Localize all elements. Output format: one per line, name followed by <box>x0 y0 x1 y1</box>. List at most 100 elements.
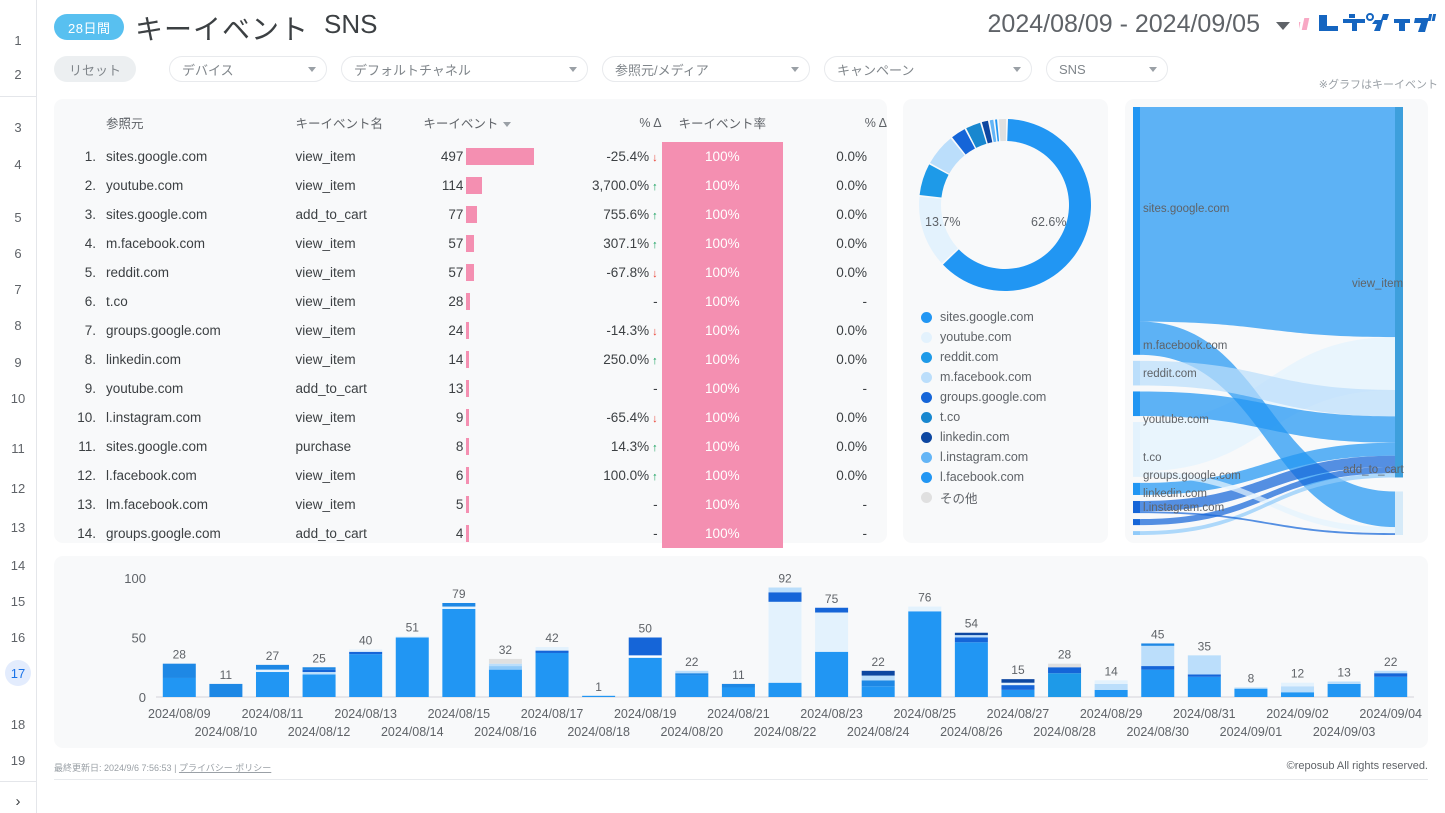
bar-segment[interactable] <box>955 633 988 635</box>
bar-segment[interactable] <box>303 674 336 697</box>
bar-segment[interactable] <box>256 672 289 697</box>
table-row[interactable]: 9.youtube.comadd_to_cart13-100%- <box>54 374 887 403</box>
sankey-diagram[interactable]: sites.google.comm.facebook.comreddit.com… <box>1125 99 1428 543</box>
page-number-12[interactable]: 12 <box>5 475 31 501</box>
table-row[interactable]: 4.m.facebook.comview_item57307.1% ↑100%0… <box>54 229 887 258</box>
bar-segment[interactable] <box>675 673 708 675</box>
bar-segment[interactable] <box>536 653 569 697</box>
bar-segment[interactable] <box>1188 677 1221 697</box>
sankey-node-reddit.com[interactable] <box>1133 391 1140 416</box>
page-number-6[interactable]: 6 <box>5 240 31 266</box>
bar-segment[interactable] <box>349 652 382 654</box>
page-number-16[interactable]: 16 <box>5 624 31 650</box>
bar-segment[interactable] <box>536 651 569 653</box>
bar-segment[interactable] <box>1234 689 1267 697</box>
bar-segment[interactable] <box>349 649 382 651</box>
table-row[interactable]: 5.reddit.comview_item57-67.8% ↓100%0.0% <box>54 258 887 287</box>
donut-chart[interactable]: 13.7% 62.6% <box>903 105 1108 305</box>
page-number-4[interactable]: 4 <box>5 151 31 177</box>
table-row[interactable]: 1.sites.google.comview_item497-25.4% ↓10… <box>54 142 887 171</box>
page-number-9[interactable]: 9 <box>5 349 31 375</box>
bar-segment[interactable] <box>442 603 475 607</box>
page-number-17[interactable]: 17 <box>5 660 31 686</box>
bar-segment[interactable] <box>303 672 336 674</box>
chevron-down-icon[interactable] <box>1013 67 1021 72</box>
donut-slice-9[interactable] <box>999 119 1006 141</box>
bar-segment[interactable] <box>815 608 848 613</box>
legend-item-6[interactable]: linkedin.com <box>921 427 1046 447</box>
bar-segment[interactable] <box>489 659 522 664</box>
bar-segment[interactable] <box>1095 680 1128 684</box>
bar-segment[interactable] <box>769 602 802 683</box>
bar-segment[interactable] <box>1188 655 1221 674</box>
daily-bar-chart[interactable]: 100500282024/08/09112024/08/10272024/08/… <box>54 556 1428 748</box>
table-row[interactable]: 3.sites.google.comadd_to_cart77755.6% ↑1… <box>54 200 887 229</box>
bar-segment[interactable] <box>1328 684 1361 697</box>
bar-segment[interactable] <box>722 684 755 688</box>
bar-segment[interactable] <box>1141 666 1174 670</box>
bar-segment[interactable] <box>489 666 522 670</box>
bar-segment[interactable] <box>582 696 615 697</box>
legend-item-3[interactable]: m.facebook.com <box>921 367 1046 387</box>
page-number-18[interactable]: 18 <box>5 711 31 737</box>
bar-segment[interactable] <box>489 670 522 697</box>
table-header-3[interactable]: キーイベント <box>423 107 544 142</box>
sankey-node-t.co[interactable] <box>1133 483 1140 495</box>
legend-item-1[interactable]: youtube.com <box>921 327 1046 347</box>
bar-segment[interactable] <box>1374 671 1407 673</box>
sankey-node-groups.google.com[interactable] <box>1133 501 1140 513</box>
table-row[interactable]: 7.groups.google.comview_item24-14.3% ↓10… <box>54 316 887 345</box>
page-number-13[interactable]: 13 <box>5 514 31 540</box>
page-number-11[interactable]: 11 <box>5 435 31 461</box>
bar-segment[interactable] <box>955 635 988 637</box>
bar-segment[interactable] <box>1048 667 1081 673</box>
table-row[interactable]: 12.l.facebook.comview_item6100.0% ↑100%0… <box>54 461 887 490</box>
bar-segment[interactable] <box>349 654 382 697</box>
table-header-6[interactable]: % Δ <box>783 107 887 142</box>
bar-segment[interactable] <box>1281 683 1314 687</box>
legend-item-4[interactable]: groups.google.com <box>921 387 1046 407</box>
sankey-node-youtube.com[interactable] <box>1133 422 1140 477</box>
page-number-15[interactable]: 15 <box>5 588 31 614</box>
table-header-2[interactable]: キーイベント名 <box>296 107 424 142</box>
sankey-node-linkedin.com[interactable] <box>1133 519 1140 525</box>
bar-segment[interactable] <box>163 664 196 678</box>
bar-segment[interactable] <box>1001 683 1034 685</box>
chevron-down-icon[interactable] <box>569 67 577 72</box>
sankey-link[interactable] <box>1140 107 1395 337</box>
bar-segment[interactable] <box>1095 690 1128 697</box>
filter-dropdown-2[interactable]: 参照元/メディア <box>602 56 810 82</box>
bar-segment[interactable] <box>489 664 522 666</box>
sankey-node-m.facebook.com[interactable] <box>1133 361 1140 386</box>
bar-segment[interactable] <box>442 607 475 609</box>
chevron-down-icon[interactable] <box>1276 22 1290 30</box>
table-row[interactable]: 2.youtube.comview_item1143,700.0% ↑100%0… <box>54 171 887 200</box>
filter-dropdown-1[interactable]: デフォルトチャネル <box>341 56 588 82</box>
bar-segment[interactable] <box>1141 670 1174 697</box>
chevron-down-icon[interactable] <box>791 67 799 72</box>
bar-segment[interactable] <box>862 676 895 681</box>
bar-segment[interactable] <box>629 638 662 656</box>
bar-segment[interactable] <box>163 678 196 697</box>
chevron-right-icon[interactable]: › <box>5 791 31 811</box>
bar-segment[interactable] <box>256 670 289 672</box>
bar-segment[interactable] <box>769 592 802 602</box>
bar-segment[interactable] <box>1281 686 1314 692</box>
table-row[interactable]: 13.lm.facebook.comview_item5-100%- <box>54 490 887 519</box>
page-number-19[interactable]: 19 <box>5 747 31 773</box>
chevron-down-icon[interactable] <box>308 67 316 72</box>
bar-segment[interactable] <box>303 670 336 672</box>
bar-segment[interactable] <box>862 686 895 697</box>
bar-segment[interactable] <box>1281 692 1314 697</box>
sankey-node-l.instagram.com[interactable] <box>1133 531 1140 535</box>
bar-segment[interactable] <box>908 611 941 697</box>
bar-segment[interactable] <box>1141 646 1174 666</box>
table-header-0[interactable] <box>54 107 106 142</box>
bar-segment[interactable] <box>629 658 662 697</box>
page-number-7[interactable]: 7 <box>5 276 31 302</box>
bar-segment[interactable] <box>209 684 242 697</box>
page-navigation-sidebar[interactable]: 12345678910111213141516171819› <box>0 0 37 813</box>
bar-segment[interactable] <box>1374 677 1407 697</box>
sankey-node-view_item[interactable] <box>1395 107 1403 477</box>
table-row[interactable]: 6.t.coview_item28-100%- <box>54 287 887 316</box>
